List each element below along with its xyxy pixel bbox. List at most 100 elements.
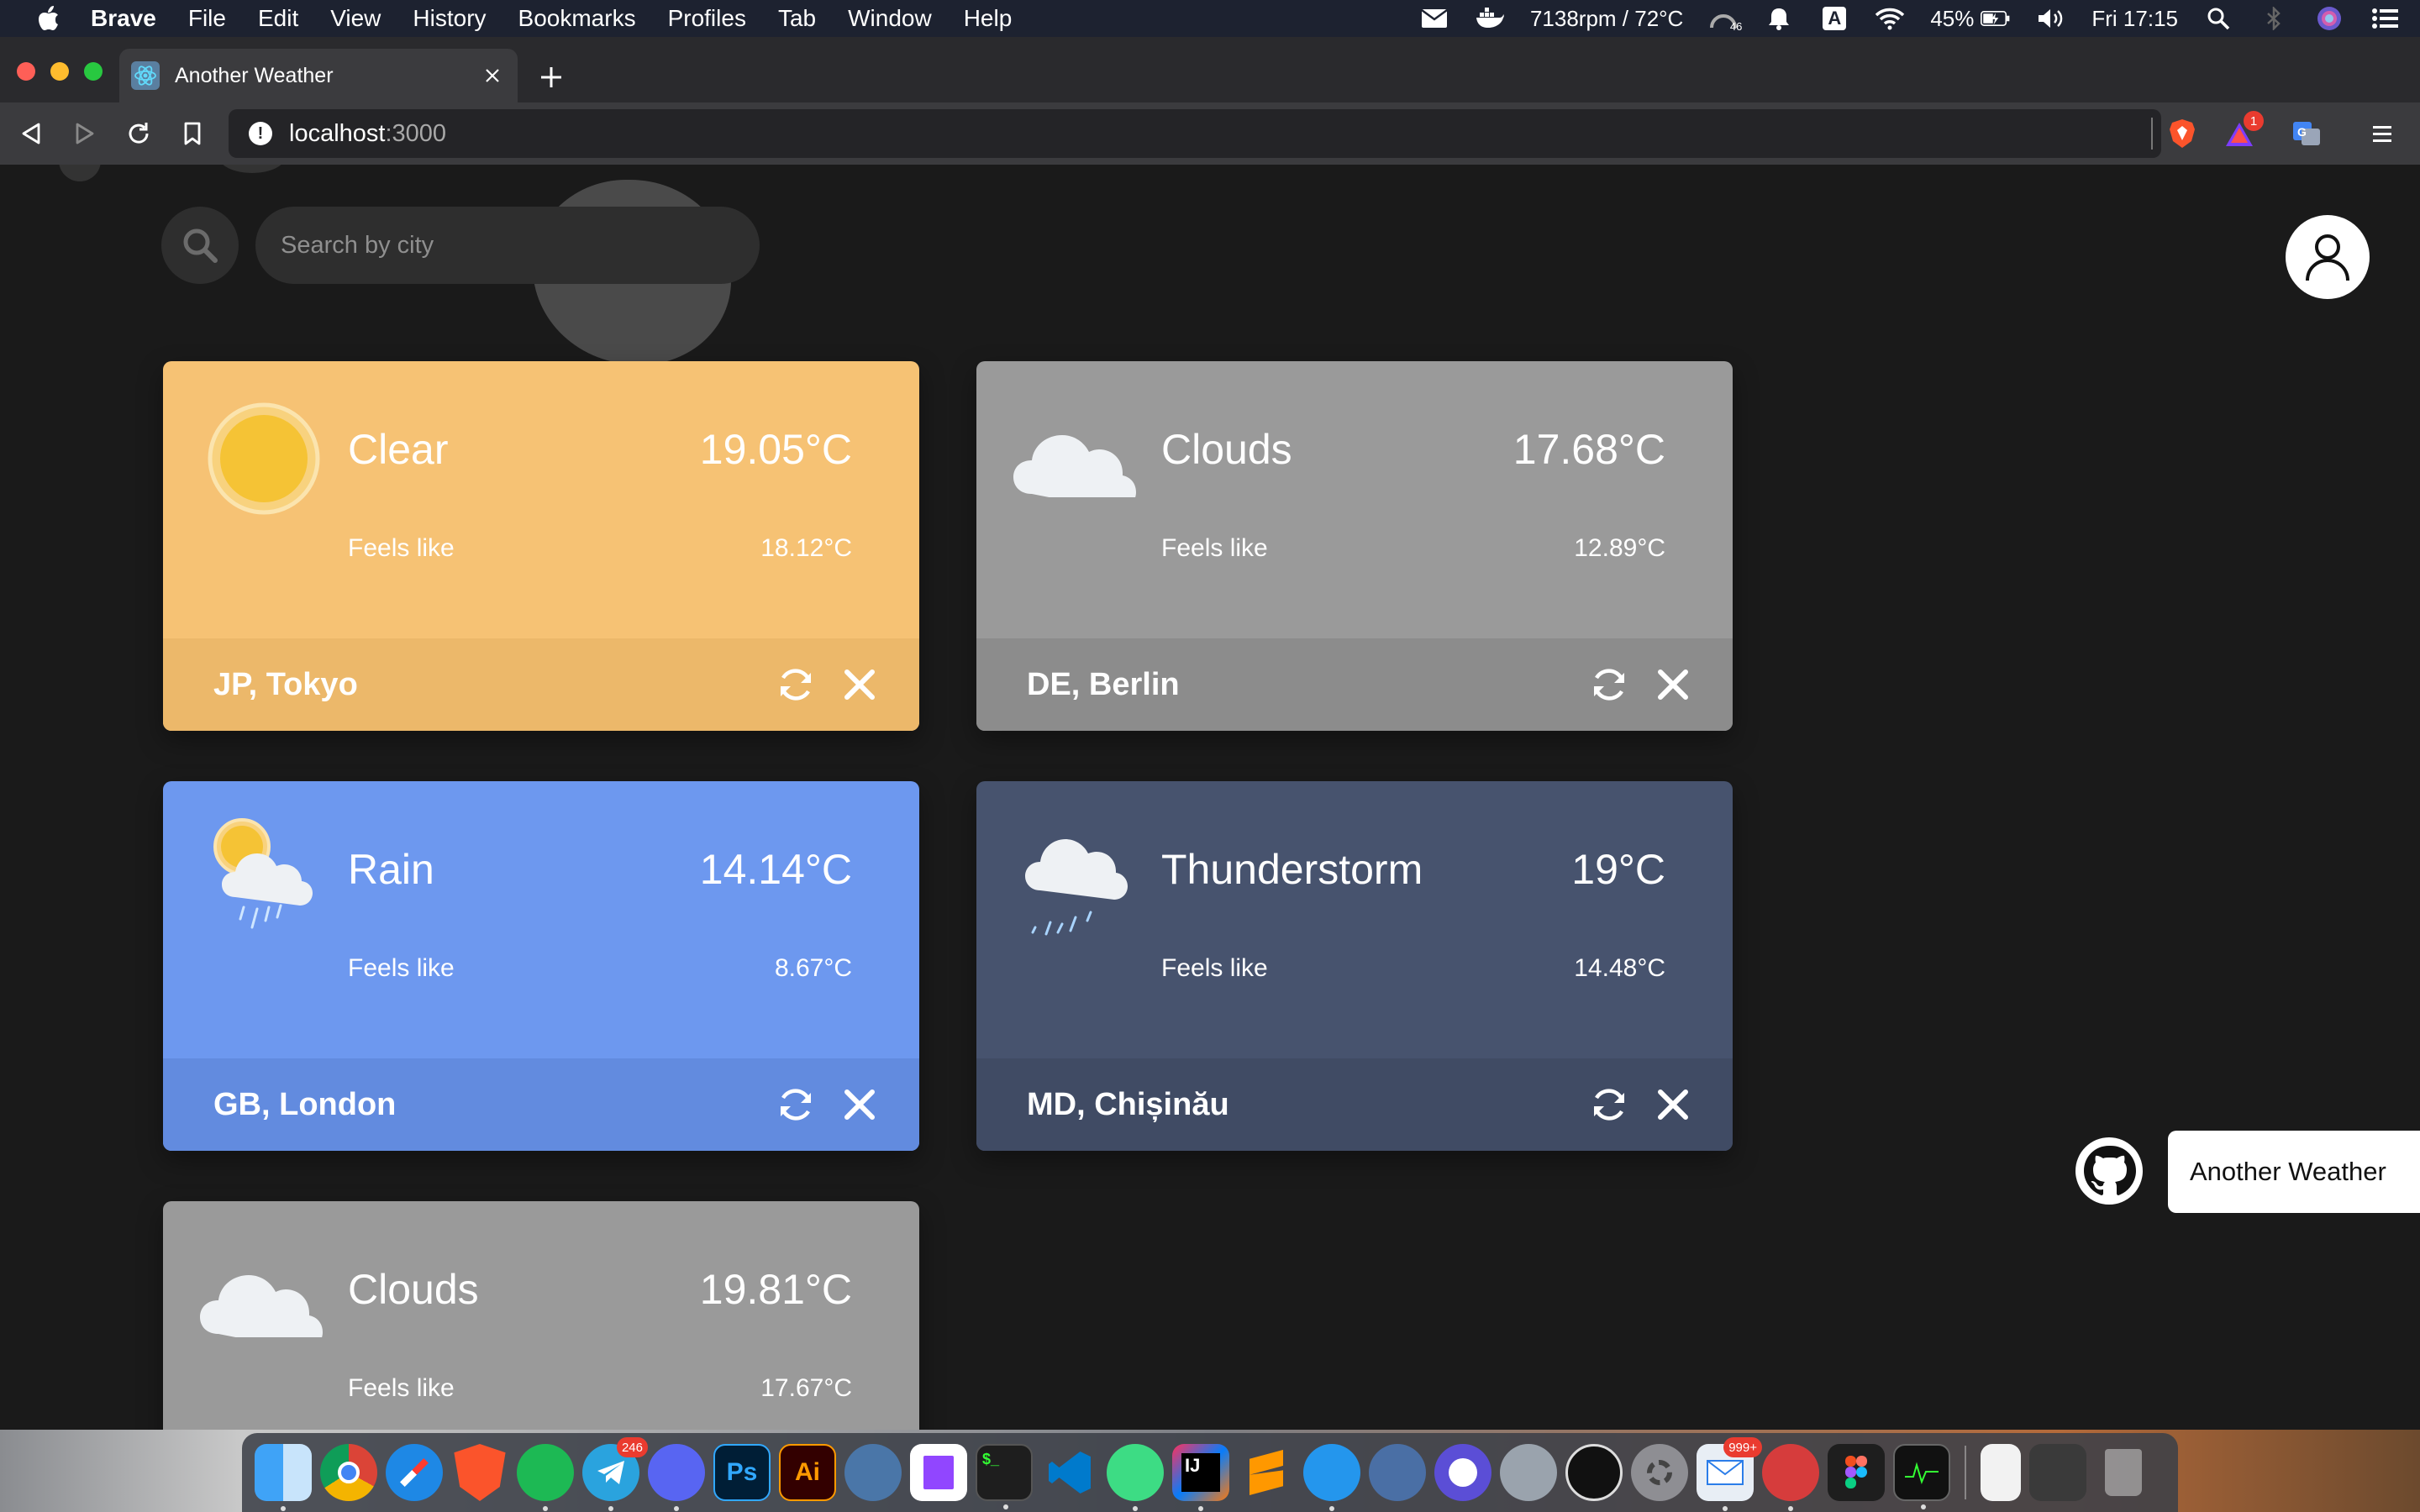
card-footer: JP, Tokyo xyxy=(163,638,919,731)
sublime-icon[interactable] xyxy=(1238,1444,1295,1501)
remove-card-button[interactable] xyxy=(1649,660,1697,709)
system-preferences-icon[interactable] xyxy=(1631,1444,1688,1501)
back-button[interactable] xyxy=(12,114,50,153)
menu-view[interactable]: View xyxy=(330,5,381,32)
close-window-button[interactable] xyxy=(17,62,35,81)
screen: Brave File Edit View History Bookmarks P… xyxy=(0,0,2420,1512)
apple-menu-icon[interactable] xyxy=(30,0,67,37)
photoshop-icon[interactable]: Ps xyxy=(713,1444,771,1501)
android-studio-icon[interactable] xyxy=(1107,1444,1164,1511)
finder-icon[interactable] xyxy=(255,1444,312,1511)
speedometer-icon[interactable] xyxy=(1565,1444,1623,1501)
intellij-icon[interactable]: IJ xyxy=(1172,1444,1229,1511)
remove-card-button[interactable] xyxy=(1649,1080,1697,1129)
browser-tab[interactable]: Another Weather xyxy=(119,49,518,102)
paw-icon[interactable] xyxy=(1762,1444,1819,1511)
fan-temp-readout[interactable]: 7138rpm / 72°C xyxy=(1530,6,1683,32)
site-info-icon[interactable]: ! xyxy=(249,122,272,145)
weather-card: Rain 14.14°C Feels like 8.67°C GB, Londo… xyxy=(163,781,919,1151)
mail-status-icon[interactable] xyxy=(1419,6,1449,31)
feels-like-label: Feels like xyxy=(1161,534,1268,562)
menu-file[interactable]: File xyxy=(188,5,226,32)
input-source-icon[interactable]: A xyxy=(1819,6,1849,31)
menu-bookmarks[interactable]: Bookmarks xyxy=(518,5,636,32)
refresh-button[interactable] xyxy=(1585,1080,1634,1129)
temperature: 14.14°C xyxy=(699,846,852,893)
weather-condition: Clouds xyxy=(1161,426,1292,473)
docker-status-icon[interactable] xyxy=(1475,6,1505,31)
city-search-input[interactable] xyxy=(255,207,760,284)
menu-tab[interactable]: Tab xyxy=(778,5,816,32)
tab-close-icon[interactable] xyxy=(476,59,509,92)
telegram-icon[interactable]: 246 xyxy=(582,1437,648,1511)
wifi-icon[interactable] xyxy=(1875,6,1905,31)
close-icon xyxy=(1658,1089,1688,1120)
browser-toolbar: ! localhost:3000 1 G xyxy=(0,102,2420,165)
discord-icon[interactable] xyxy=(648,1444,705,1511)
new-tab-button[interactable] xyxy=(533,59,570,96)
input-source-label: A xyxy=(1823,7,1847,30)
control-center-icon[interactable] xyxy=(2370,6,2400,31)
zoom-window-button[interactable] xyxy=(84,62,103,81)
menu-window[interactable]: Window xyxy=(848,5,932,32)
background-blob xyxy=(218,165,286,173)
menu-app-name[interactable]: Brave xyxy=(91,5,156,32)
safari-icon[interactable] xyxy=(386,1444,443,1501)
feels-like-label: Feels like xyxy=(348,534,455,562)
address-bar[interactable]: ! localhost:3000 xyxy=(229,109,2161,158)
menu-edit[interactable]: Edit xyxy=(258,5,298,32)
vscode-icon[interactable] xyxy=(1041,1444,1098,1501)
brave-rewards-icon[interactable]: 1 xyxy=(2218,111,2264,155)
app-brand-badge[interactable]: Another Weather xyxy=(2168,1131,2420,1213)
github-icon[interactable] xyxy=(2075,1137,2143,1205)
bookmark-button[interactable] xyxy=(173,114,212,153)
chrome-icon[interactable] xyxy=(320,1444,377,1501)
photoshop-label: Ps xyxy=(726,1458,758,1486)
brave-shields-icon[interactable] xyxy=(2161,113,2203,155)
vpn-icon[interactable] xyxy=(1434,1444,1491,1501)
trash-icon[interactable] xyxy=(2095,1444,2152,1501)
refresh-button[interactable] xyxy=(1585,660,1634,709)
remove-card-button[interactable] xyxy=(835,660,884,709)
volume-icon[interactable] xyxy=(2036,6,2066,31)
background-blob xyxy=(59,165,101,181)
archive-icon[interactable] xyxy=(1981,1444,2021,1501)
user-profile-button[interactable] xyxy=(2286,215,2370,299)
twitch-icon[interactable] xyxy=(910,1444,967,1501)
siri-icon[interactable] xyxy=(2314,6,2344,31)
minimize-window-button[interactable] xyxy=(50,62,69,81)
bluetooth-icon[interactable] xyxy=(2259,6,2289,31)
preview-icon[interactable] xyxy=(1500,1444,1557,1501)
notification-status-icon[interactable] xyxy=(1764,6,1794,31)
vk-icon[interactable] xyxy=(844,1444,902,1501)
remove-card-button[interactable] xyxy=(835,1080,884,1129)
figma-icon[interactable] xyxy=(1828,1444,1885,1501)
translate-extension-icon[interactable]: G xyxy=(2286,113,2328,155)
cpu-status-icon[interactable]: 46 xyxy=(1708,6,1742,33)
forward-button[interactable] xyxy=(66,114,104,153)
browser-menu-icon[interactable] xyxy=(2361,113,2403,155)
spotify-icon[interactable] xyxy=(517,1444,574,1511)
battery-icon[interactable] xyxy=(1981,6,2011,31)
refresh-icon xyxy=(1593,1089,1625,1121)
weather-card: Clouds 19.81°C Feels like 17.67°C xyxy=(163,1201,919,1430)
reload-button[interactable] xyxy=(119,114,158,153)
activity-monitor-icon[interactable] xyxy=(1893,1444,1950,1509)
feels-like-label: Feels like xyxy=(348,1374,455,1402)
terminal-icon[interactable]: $_ xyxy=(976,1444,1033,1509)
menu-help[interactable]: Help xyxy=(964,5,1013,32)
clock[interactable]: Fri 17:15 xyxy=(2091,6,2178,32)
city-name: MD, Chișinău xyxy=(1027,1086,1229,1122)
spotlight-search-icon[interactable] xyxy=(2203,6,2233,31)
refresh-button[interactable] xyxy=(771,660,820,709)
menu-history[interactable]: History xyxy=(413,5,486,32)
tableplus-icon[interactable] xyxy=(1369,1444,1426,1501)
illustrator-icon[interactable]: Ai xyxy=(779,1444,836,1501)
search-button[interactable] xyxy=(161,207,239,284)
mail-icon[interactable]: 999+ xyxy=(1697,1437,1762,1511)
brave-icon[interactable] xyxy=(454,1444,506,1501)
docker-icon[interactable] xyxy=(1303,1444,1360,1511)
menu-profiles[interactable]: Profiles xyxy=(668,5,746,32)
downloads-icon[interactable] xyxy=(2029,1444,2086,1501)
refresh-button[interactable] xyxy=(771,1080,820,1129)
